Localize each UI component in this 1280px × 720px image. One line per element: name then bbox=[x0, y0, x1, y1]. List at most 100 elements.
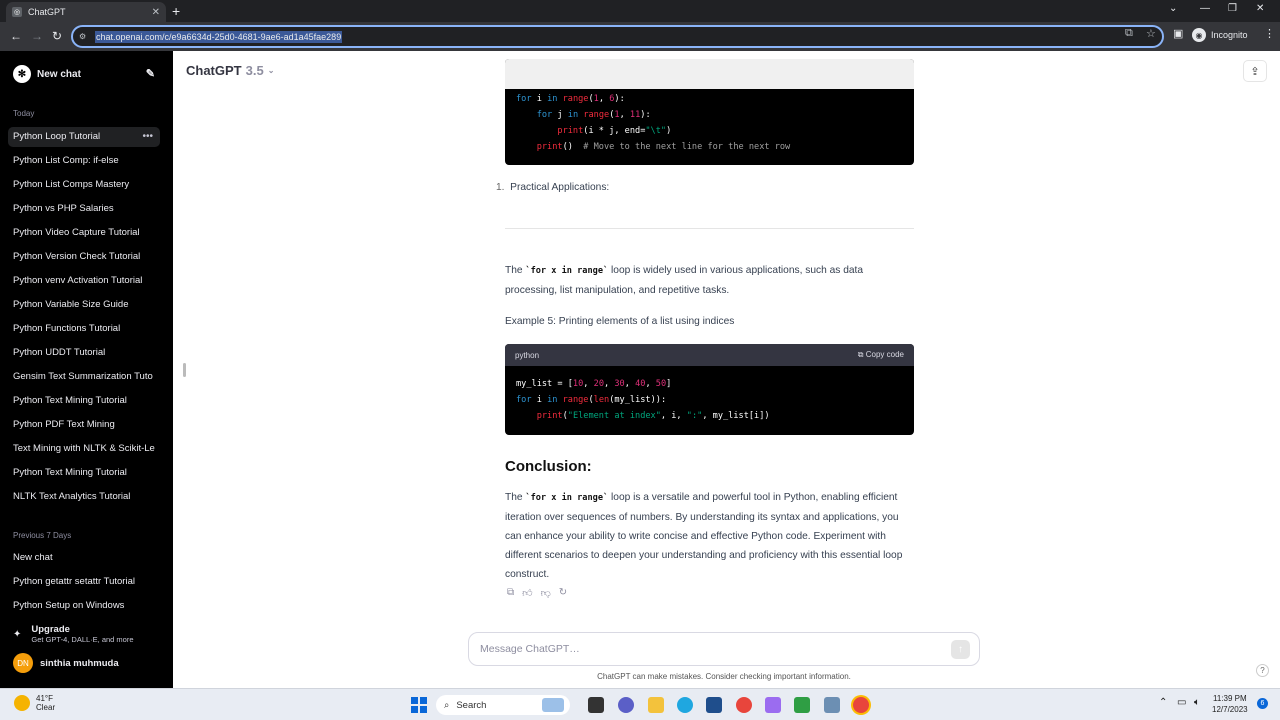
new-chat-button[interactable]: ✻ New chat ✎ bbox=[8, 61, 160, 87]
user-menu[interactable]: DN sinthia muhmuda bbox=[8, 651, 160, 675]
conclusion-heading: Conclusion: bbox=[505, 458, 592, 475]
thumbs-up-icon[interactable]: 👍︎ bbox=[522, 587, 532, 599]
windows-taskbar: 41°F Clear ⌕ Search ⌃ ▭ 🔈︎ 11:39 PM 12/7… bbox=[0, 688, 1280, 720]
clock-date: 12/7/2023 bbox=[1212, 705, 1248, 714]
incognito-label: Incognito bbox=[1211, 30, 1248, 40]
thumbs-down-icon[interactable]: 👎︎ bbox=[541, 587, 551, 599]
url-text[interactable]: chat.openai.com/c/e9a6634d-25d0-4681-9ae… bbox=[95, 30, 343, 43]
send-button[interactable]: ↑ bbox=[951, 639, 970, 659]
chatgpt-favicon-icon: ◎ bbox=[12, 7, 22, 17]
message-actions: ⧉ 👍︎ 👎︎ ↻ bbox=[507, 587, 567, 599]
sidebar-item[interactable]: Python Text Mining Tutorial bbox=[8, 391, 160, 411]
restore-button[interactable]: ❐ bbox=[1228, 3, 1237, 14]
model-selector[interactable]: ChatGPT 3.5 ⌄ bbox=[186, 63, 274, 78]
avatar: DN bbox=[13, 653, 33, 673]
sidebar-item[interactable]: Python Functions Tutorial bbox=[8, 319, 160, 339]
browser-toolbar: ← → ↻ ⚙ chat.openai.com/c/e9a6634d-25d0-… bbox=[0, 22, 1280, 51]
tab-search-icon[interactable]: ⌄ bbox=[1169, 3, 1177, 14]
browser-menu-icon[interactable]: ⋮ bbox=[1264, 27, 1275, 40]
code-language: python bbox=[515, 350, 540, 360]
forward-icon[interactable]: → bbox=[31, 29, 43, 43]
system-clock[interactable]: 11:39 PM 12/7/2023 bbox=[1212, 693, 1248, 715]
chrome-active-icon[interactable] bbox=[853, 697, 869, 713]
sidebar-item[interactable]: Python PDF Text Mining bbox=[8, 415, 160, 435]
code-content: my_list = [10, 20, 30, 40, 50] for i in … bbox=[516, 379, 770, 421]
sidebar-item[interactable]: NLTK Text Analytics Tutorial bbox=[8, 487, 160, 507]
search-label: Search bbox=[456, 699, 487, 711]
copy-code-button[interactable]: ⧉ Copy code bbox=[858, 350, 904, 360]
list-item: 1. Practical Applications: bbox=[496, 178, 906, 197]
more-options-icon[interactable]: ••• bbox=[142, 127, 153, 147]
network-icon[interactable]: ▭ bbox=[1177, 697, 1186, 708]
bookmark-star-icon[interactable]: ☆ bbox=[1146, 27, 1156, 40]
paragraph-applications: The `for x in range` loop is widely used… bbox=[505, 265, 864, 296]
sidebar-item[interactable]: Python Video Capture Tutorial bbox=[8, 223, 160, 243]
code-content: for i in range(1, 6): for j in range(1, … bbox=[516, 94, 791, 152]
browser-tab[interactable]: ◎ ChatGPT ✕ bbox=[6, 2, 166, 22]
search-icon: ⌕ bbox=[444, 699, 450, 711]
install-app-icon[interactable]: ⧉ bbox=[1125, 27, 1133, 40]
sidebar-item[interactable]: Text Mining with NLTK & Scikit-Le bbox=[8, 439, 160, 459]
sidebar-item[interactable]: Python List Comp: if-else bbox=[8, 151, 160, 171]
sidebar-collapse-handle[interactable] bbox=[183, 363, 186, 377]
share-button[interactable]: ⇪ bbox=[1243, 60, 1267, 82]
sidebar-item[interactable]: Gensim Text Summarization Tuto bbox=[8, 367, 160, 387]
close-window-button[interactable]: ✕ bbox=[1256, 3, 1264, 14]
taskbar-search[interactable]: ⌕ Search bbox=[436, 695, 570, 715]
weather-moon-icon bbox=[14, 695, 30, 711]
search-highlight-icon bbox=[542, 698, 564, 712]
chrome-icon[interactable] bbox=[736, 697, 752, 713]
example-heading: Example 5: Printing elements of a list u… bbox=[505, 316, 735, 327]
regenerate-icon[interactable]: ↻ bbox=[559, 587, 567, 599]
back-icon[interactable]: ← bbox=[10, 29, 22, 43]
weather-widget[interactable]: 41°F Clear bbox=[14, 694, 55, 712]
sidebar-item[interactable]: Python Text Mining Tutorial bbox=[8, 463, 160, 483]
copy-icon[interactable]: ⧉ bbox=[507, 587, 514, 599]
chevron-down-icon: ⌄ bbox=[267, 66, 275, 75]
sidebar-item[interactable]: Python UDDT Tutorial bbox=[8, 343, 160, 363]
close-tab-icon[interactable]: ✕ bbox=[152, 7, 160, 18]
new-chat-label: New chat bbox=[37, 68, 81, 80]
inline-code: `for x in range` bbox=[525, 266, 609, 276]
sidebar-item[interactable]: Python Version Check Tutorial bbox=[8, 247, 160, 267]
sparkle-icon: ✦ bbox=[13, 628, 22, 640]
message-input[interactable] bbox=[480, 643, 951, 655]
sidebar-item[interactable]: Python Loop Tutorial ••• bbox=[8, 127, 160, 147]
app-icon[interactable] bbox=[794, 697, 810, 713]
address-bar[interactable]: ⚙ chat.openai.com/c/e9a6634d-25d0-4681-9… bbox=[71, 25, 1164, 48]
sidebar-item[interactable]: Python Variable Size Guide bbox=[8, 295, 160, 315]
notification-badge[interactable]: 6 bbox=[1257, 698, 1268, 709]
sidebar-item[interactable]: New chat bbox=[8, 548, 160, 568]
file-explorer-icon[interactable] bbox=[588, 697, 604, 713]
code-block: python ⧉ Copy code my_list = [10, 20, 30… bbox=[505, 344, 914, 435]
edge-icon[interactable] bbox=[677, 697, 693, 713]
sidebar-item[interactable]: Python vs PHP Salaries bbox=[8, 199, 160, 219]
help-icon[interactable]: ? bbox=[1256, 664, 1269, 677]
folder-icon[interactable] bbox=[648, 697, 664, 713]
minimize-button[interactable]: — bbox=[1200, 3, 1210, 14]
section-today: Today bbox=[13, 109, 35, 118]
edit-icon[interactable]: ✎ bbox=[146, 67, 155, 80]
disclaimer: ChatGPT can make mistakes. Consider chec… bbox=[597, 672, 851, 681]
side-panel-icon[interactable]: ▣ bbox=[1173, 27, 1183, 40]
site-info-icon[interactable]: ⚙ bbox=[79, 32, 89, 42]
reload-icon[interactable]: ↻ bbox=[52, 29, 62, 43]
store-icon[interactable] bbox=[706, 697, 722, 713]
volume-icon[interactable]: 🔈︎ bbox=[1194, 697, 1200, 708]
teams-chat-icon[interactable] bbox=[618, 697, 634, 713]
app-icon[interactable] bbox=[765, 697, 781, 713]
new-tab-button[interactable]: + bbox=[172, 3, 180, 19]
upgrade-subtitle: Get GPT-4, DALL·E, and more bbox=[31, 635, 134, 644]
sidebar-item[interactable]: Python Setup on Windows bbox=[8, 596, 160, 616]
sidebar-item[interactable]: Python venv Activation Tutorial bbox=[8, 271, 160, 291]
start-button[interactable] bbox=[411, 697, 427, 713]
paragraph-conclusion: The `for x in range` loop is a versatile… bbox=[505, 492, 903, 580]
user-name: sinthia muhmuda bbox=[40, 657, 119, 669]
sidebar-item[interactable]: Python getattr setattr Tutorial bbox=[8, 572, 160, 592]
app-icon[interactable] bbox=[824, 697, 840, 713]
upgrade-button[interactable]: ✦ Upgrade Get GPT-4, DALL·E, and more bbox=[8, 621, 160, 647]
list-marker: 1. bbox=[496, 182, 505, 193]
incognito-profile[interactable]: ◉ Incognito bbox=[1192, 28, 1248, 42]
sidebar-item[interactable]: Python List Comps Mastery bbox=[8, 175, 160, 195]
chevron-up-icon[interactable]: ⌃ bbox=[1159, 697, 1167, 708]
